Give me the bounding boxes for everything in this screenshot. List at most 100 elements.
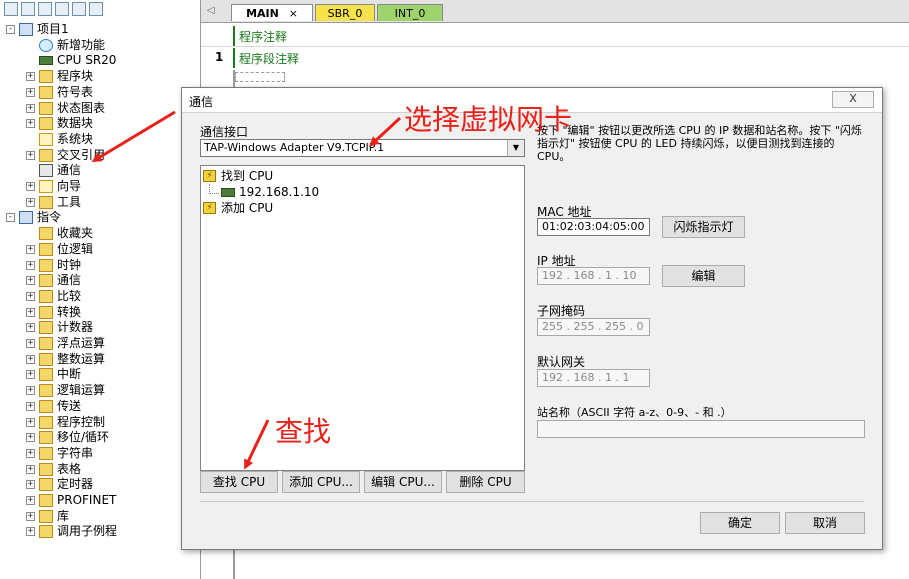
- tree-item[interactable]: + 状态图表: [26, 101, 105, 116]
- expand-icon[interactable]: +: [26, 433, 35, 443]
- ok-button[interactable]: 确定: [700, 512, 780, 534]
- tree-item[interactable]: + 逻辑运算: [26, 383, 105, 398]
- tree-item[interactable]: + 程序块: [26, 69, 93, 84]
- expand-icon[interactable]: +: [26, 401, 35, 411]
- tree-item[interactable]: + 库: [26, 509, 69, 524]
- tab-sbr0[interactable]: SBR_0: [315, 4, 375, 21]
- tree-item-label: 字符串: [57, 445, 94, 460]
- tree-item[interactable]: + 传送: [26, 399, 81, 414]
- tree-item[interactable]: 系统块: [26, 132, 93, 147]
- tree-item[interactable]: + 通信: [26, 273, 81, 288]
- toolbar-icon-2[interactable]: [21, 2, 35, 16]
- tab-scroll-left-icon[interactable]: ◁: [207, 5, 215, 16]
- tree-item-label: 程序块: [57, 69, 94, 84]
- expand-icon[interactable]: +: [26, 150, 35, 160]
- tree-item[interactable]: + 字符串: [26, 446, 93, 461]
- tree-item[interactable]: 通信: [26, 163, 81, 178]
- expand-icon[interactable]: +: [26, 72, 35, 82]
- tree-item[interactable]: + 转换: [26, 305, 81, 320]
- expand-icon[interactable]: +: [26, 119, 35, 129]
- tree-item[interactable]: + 数据块: [26, 116, 93, 131]
- tree-item-found-cpu[interactable]: ⚡ 找到 CPU: [203, 168, 273, 184]
- expand-icon[interactable]: +: [26, 307, 35, 317]
- expand-icon[interactable]: +: [26, 527, 35, 537]
- tree-item[interactable]: + 符号表: [26, 85, 93, 100]
- expand-icon[interactable]: +: [26, 291, 35, 301]
- program-comment[interactable]: 程序注释: [239, 28, 287, 45]
- expand-icon[interactable]: +: [26, 103, 35, 113]
- expand-icon[interactable]: +: [26, 496, 35, 505]
- tree-item[interactable]: CPU SR20: [26, 53, 116, 68]
- tree-item[interactable]: + 时钟: [26, 258, 81, 273]
- chevron-down-icon[interactable]: ▼: [507, 140, 524, 156]
- expand-icon[interactable]: +: [26, 244, 35, 254]
- expand-icon[interactable]: +: [26, 448, 35, 458]
- expand-icon[interactable]: +: [26, 182, 35, 191]
- toolbar-icon-4[interactable]: [55, 2, 69, 16]
- expand-icon[interactable]: +: [26, 276, 35, 286]
- toolbar-icon-3[interactable]: [38, 2, 52, 16]
- subnet-field[interactable]: 255 . 255 . 255 . 0: [537, 318, 650, 336]
- toolbar-icon-5[interactable]: [72, 2, 86, 16]
- station-name-field[interactable]: [537, 420, 865, 438]
- tree-item[interactable]: + 向导: [26, 179, 81, 194]
- rung-contact-placeholder[interactable]: [235, 72, 285, 82]
- expand-icon[interactable]: +: [26, 464, 35, 474]
- tree-item-label: 指令: [37, 210, 62, 225]
- add-cpu-button[interactable]: 添加 CPU...: [282, 471, 360, 493]
- toolbar-icon-1[interactable]: [4, 2, 18, 16]
- find-cpu-button[interactable]: 查找 CPU: [200, 471, 278, 493]
- cancel-button[interactable]: 取消: [785, 512, 865, 534]
- network-comment[interactable]: 程序段注释: [239, 50, 299, 67]
- tree-item[interactable]: + 交叉引用: [26, 148, 105, 163]
- tree-item[interactable]: + 调用子例程: [26, 524, 117, 539]
- wizard-icon: [39, 180, 53, 193]
- tree-item-cpu-ip[interactable]: 192.168.1.10: [221, 184, 319, 200]
- tree-item[interactable]: + 浮点运算: [26, 336, 105, 351]
- tree-item[interactable]: + PROFINET: [26, 493, 116, 508]
- tree-item[interactable]: + 整数运算: [26, 352, 105, 367]
- tab-close-icon[interactable]: ×: [289, 7, 298, 20]
- flash-led-button[interactable]: 闪烁指示灯: [662, 216, 745, 238]
- expand-icon[interactable]: +: [26, 339, 35, 348]
- expand-icon[interactable]: +: [26, 323, 35, 333]
- edit-cpu-button[interactable]: 编辑 CPU...: [364, 471, 442, 493]
- tree-item[interactable]: - 指令: [6, 210, 61, 225]
- expand-icon[interactable]: +: [26, 386, 35, 396]
- expand-icon[interactable]: +: [26, 511, 35, 521]
- toolbar-icon-6[interactable]: [89, 2, 103, 16]
- ip-field[interactable]: 192 . 168 . 1 . 10: [537, 267, 650, 285]
- expand-icon[interactable]: +: [26, 370, 35, 380]
- expand-icon[interactable]: +: [26, 480, 35, 490]
- delete-cpu-button[interactable]: 删除 CPU: [446, 471, 525, 493]
- expand-icon[interactable]: +: [26, 87, 35, 97]
- tree-item[interactable]: + 移位/循环: [26, 430, 109, 445]
- tree-item[interactable]: + 中断: [26, 367, 81, 382]
- tree-item[interactable]: - 项目1: [6, 22, 69, 37]
- expand-icon[interactable]: +: [26, 354, 35, 364]
- tab-int0[interactable]: INT_0: [377, 4, 443, 21]
- dialog-close-button[interactable]: X: [832, 91, 874, 108]
- expand-icon[interactable]: +: [26, 417, 35, 427]
- gateway-field[interactable]: 192 . 168 . 1 . 1: [537, 369, 650, 387]
- tree-item[interactable]: + 定时器: [26, 477, 93, 492]
- collapse-icon[interactable]: -: [6, 25, 15, 34]
- tree-item[interactable]: + 比较: [26, 289, 81, 304]
- tree-item-label: 移位/循环: [57, 430, 110, 445]
- tab-main[interactable]: MAIN ×: [231, 4, 313, 21]
- tree-item-label: 新增功能: [57, 37, 106, 52]
- tree-item-add-cpu[interactable]: ⚡ 添加 CPU: [203, 200, 273, 216]
- tree-item[interactable]: + 程序控制: [26, 415, 105, 430]
- tree-item[interactable]: + 表格: [26, 462, 81, 477]
- interface-select[interactable]: TAP-Windows Adapter V9.TCPIP.1 ▼: [200, 139, 525, 157]
- collapse-icon[interactable]: -: [6, 213, 15, 223]
- expand-icon[interactable]: +: [26, 260, 35, 270]
- edit-ip-button[interactable]: 编辑: [662, 265, 745, 287]
- tree-item[interactable]: + 计数器: [26, 320, 93, 335]
- tree-toolbar: [0, 0, 200, 20]
- tree-item[interactable]: + 位逻辑: [26, 242, 93, 257]
- tree-item[interactable]: 收藏夹: [26, 226, 93, 241]
- tree-item[interactable]: + 工具: [26, 195, 81, 210]
- tree-item[interactable]: 新增功能: [26, 38, 105, 53]
- expand-icon[interactable]: +: [26, 197, 35, 207]
